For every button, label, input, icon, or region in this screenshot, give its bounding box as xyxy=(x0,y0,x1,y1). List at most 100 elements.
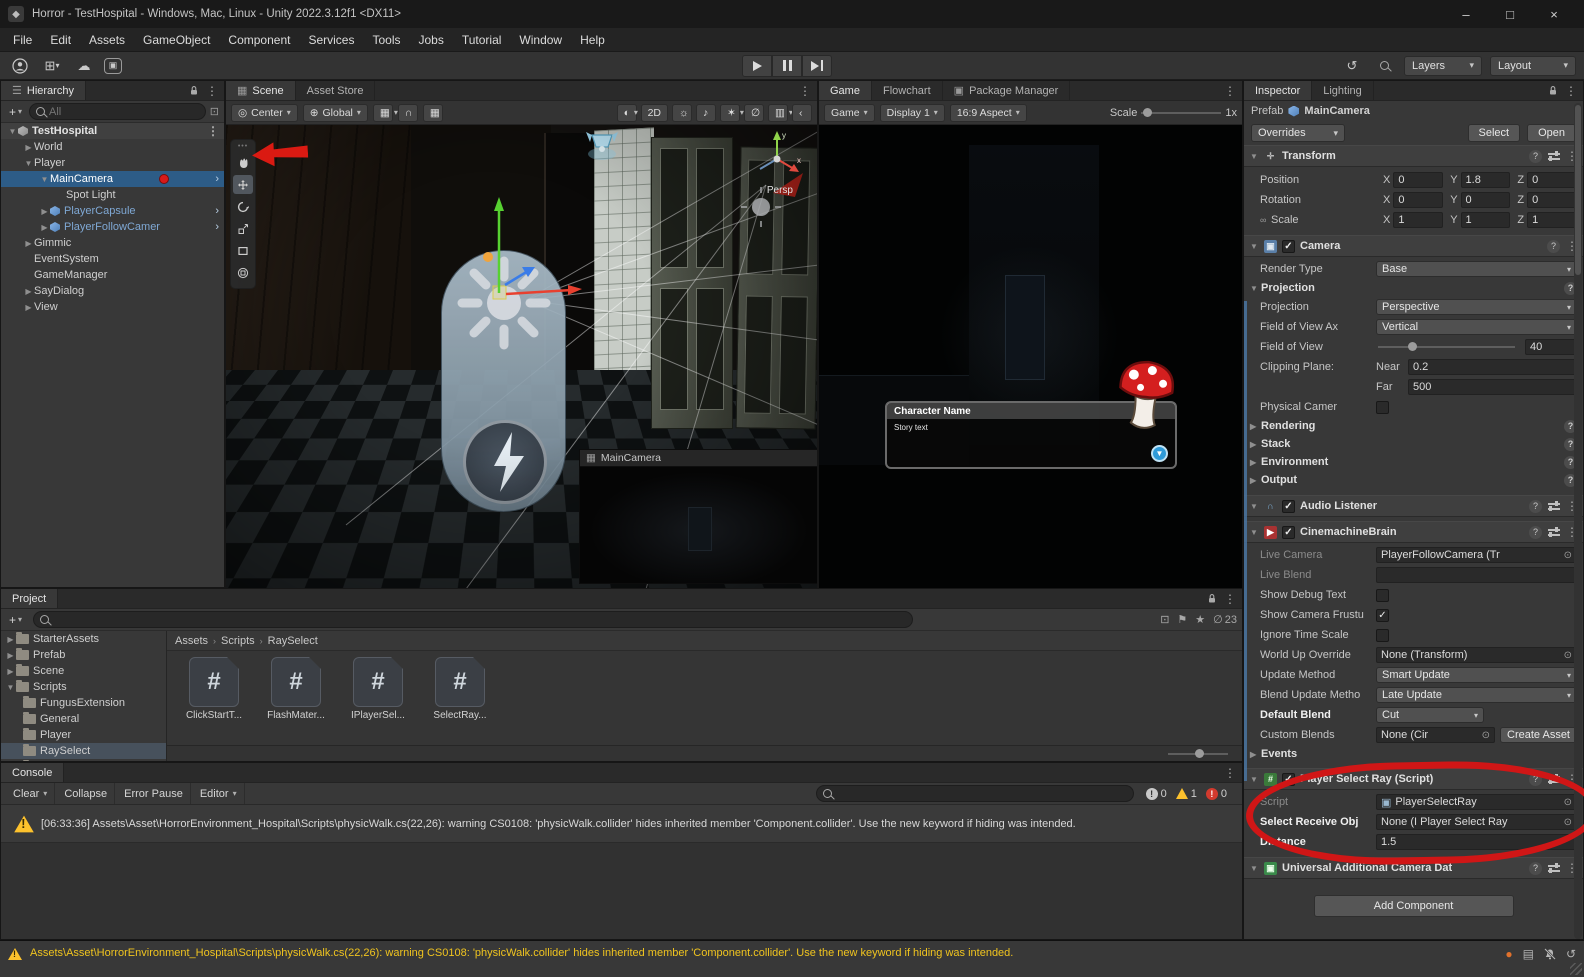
2d-toggle-button[interactable]: 2D xyxy=(640,103,668,122)
foldout-arrow-icon[interactable]: ▶ xyxy=(23,287,34,296)
tab-package-manager[interactable]: ▣ Package Manager xyxy=(943,81,1071,100)
scene-orientation-gizmo[interactable]: y x xyxy=(747,127,807,187)
notifications-muted-icon[interactable] xyxy=(1544,948,1556,960)
cinemachine-brain-header[interactable]: ▼ ▶ ✓ CinemachineBrain ? ⋮ xyxy=(1244,521,1583,543)
create-asset-button[interactable]: Create Asset xyxy=(1500,727,1577,743)
blend-update-method-dropdown[interactable]: Late Update ▾ xyxy=(1376,687,1577,703)
rendering-foldout[interactable]: ▶ Rendering? xyxy=(1244,417,1583,435)
foldout-arrow-icon[interactable]: ▶ xyxy=(23,303,34,312)
object-picker-icon[interactable]: ⊙ xyxy=(1564,817,1572,828)
transform-tool-button[interactable] xyxy=(233,263,253,282)
file-item[interactable]: # IPlayerSel... xyxy=(341,657,415,721)
snap-magnet-icon[interactable]: ∩ xyxy=(397,103,418,122)
foldout-arrow-icon[interactable]: ▼ xyxy=(1249,242,1259,251)
tab-lighting[interactable]: Lighting xyxy=(1312,81,1374,100)
layers-icon[interactable]: ▤ xyxy=(1523,947,1534,961)
foldout-arrow-icon[interactable]: ▼ xyxy=(7,127,18,136)
project-search[interactable] xyxy=(33,611,914,628)
tab-asset-store[interactable]: Asset Store xyxy=(296,81,376,100)
prefab-open-arrow-icon[interactable]: › xyxy=(215,205,219,217)
foldout-arrow-icon[interactable]: ▶ xyxy=(5,651,16,660)
panel-menu-icon[interactable]: ⋮ xyxy=(799,84,811,98)
scale-z-field[interactable]: 1 xyxy=(1527,212,1577,228)
breadcrumb-item[interactable]: Scripts xyxy=(221,635,255,647)
position-z-field[interactable]: 0 xyxy=(1527,172,1577,188)
foldout-arrow-icon[interactable]: ▼ xyxy=(5,683,16,692)
tool-handle-pivot-dropdown[interactable]: ◎ Center ▾ xyxy=(231,103,298,122)
show-camera-frustum-checkbox[interactable]: ✓ xyxy=(1376,608,1389,622)
project-folder[interactable]: ▶ StarterAssets xyxy=(1,631,166,647)
scene-visibility-icon[interactable]: ∅ xyxy=(744,103,764,122)
console-log-entry[interactable]: [06:33:36] Assets\Asset\HorrorEnvironmen… xyxy=(1,805,1242,843)
foldout-arrow-icon[interactable]: ▶ xyxy=(39,207,50,216)
hierarchy-item[interactable]: ▶ World xyxy=(1,139,224,155)
minimize-button[interactable]: – xyxy=(1444,0,1488,28)
panel-menu-icon[interactable]: ⋮ xyxy=(1224,766,1236,780)
object-picker-icon[interactable]: ⊙ xyxy=(1564,650,1572,661)
menu-file[interactable]: File xyxy=(4,28,41,51)
scene-options-icon[interactable]: ⋮ xyxy=(207,124,219,138)
preset-icon[interactable] xyxy=(1548,527,1560,537)
menu-gameobject[interactable]: GameObject xyxy=(134,28,219,51)
near-field[interactable]: 0.2 xyxy=(1408,359,1577,375)
audio-listener-header[interactable]: ▼ ∩ ✓ Audio Listener ? ⋮ xyxy=(1244,495,1583,517)
status-message[interactable]: Assets\Asset\HorrorEnvironment_Hospital\… xyxy=(30,945,1013,959)
hierarchy-item-scene[interactable]: ▼ TestHospital ⋮ xyxy=(1,123,224,139)
help-icon[interactable]: ? xyxy=(1529,499,1542,513)
account-icon[interactable] xyxy=(8,56,32,76)
display-dropdown[interactable]: Display 1 ▾ xyxy=(879,103,945,122)
project-folder[interactable]: Player xyxy=(1,727,166,743)
hierarchy-item[interactable]: ▶ View xyxy=(1,299,224,315)
projection-dropdown[interactable]: Perspective ▾ xyxy=(1376,299,1577,315)
create-asset-plus-button[interactable]: + ▾ xyxy=(6,613,25,627)
layers-dropdown[interactable]: Layers ▾ xyxy=(1404,55,1482,76)
breadcrumb-item[interactable]: RaySelect xyxy=(268,635,318,647)
collapse-button[interactable]: Collapse xyxy=(57,783,116,804)
position-x-field[interactable]: 0 xyxy=(1393,172,1444,188)
inspector-left-scrollbar[interactable] xyxy=(1244,301,1247,781)
menu-services[interactable]: Services xyxy=(299,28,363,51)
burst-icon[interactable]: ● xyxy=(1505,947,1512,961)
gizmos-collapse-icon[interactable]: ‹ xyxy=(792,103,812,122)
foldout-arrow-icon[interactable]: ▼ xyxy=(39,175,50,184)
layout-dropdown[interactable]: Layout ▾ xyxy=(1490,55,1576,76)
component-enabled-checkbox[interactable]: ✓ xyxy=(1282,239,1295,253)
tab-project[interactable]: Project xyxy=(1,589,59,608)
lock-icon[interactable] xyxy=(1207,593,1217,604)
services-icon[interactable]: ▣ xyxy=(104,57,122,74)
foldout-arrow-icon[interactable]: ▶ xyxy=(5,667,16,676)
preset-icon[interactable] xyxy=(1548,151,1560,161)
menu-tutorial[interactable]: Tutorial xyxy=(453,28,511,51)
distance-field[interactable]: 1.5 xyxy=(1376,834,1577,850)
aspect-ratio-dropdown[interactable]: 16:9 Aspect ▾ xyxy=(949,103,1027,122)
display-target-dropdown[interactable]: Game ▾ xyxy=(824,103,875,122)
project-folder[interactable]: FungusExtension xyxy=(1,695,166,711)
select-button[interactable]: Select xyxy=(1467,124,1521,142)
console-search-input[interactable] xyxy=(835,787,1127,800)
hierarchy-item[interactable]: ▶ SayDialog xyxy=(1,283,224,299)
hierarchy-item[interactable]: Spot Light xyxy=(1,187,224,203)
info-filter-badge[interactable]: ! 0 xyxy=(1145,787,1167,800)
search-icon[interactable] xyxy=(1372,56,1396,76)
error-filter-badge[interactable]: ! 0 xyxy=(1205,787,1227,800)
camera-settings-dropdown[interactable]: ▥ ▾ xyxy=(768,103,793,122)
inspector-scrollbar[interactable] xyxy=(1574,103,1582,939)
help-icon[interactable]: ? xyxy=(1547,239,1560,253)
projection-mode-label[interactable]: Persp xyxy=(767,185,793,196)
prefab-open-arrow-icon[interactable]: › xyxy=(215,173,219,185)
object-picker-icon[interactable]: ⊙ xyxy=(1564,550,1572,561)
menu-assets[interactable]: Assets xyxy=(80,28,134,51)
fov-slider[interactable] xyxy=(1378,342,1515,351)
transform-gizmo[interactable] xyxy=(424,165,624,315)
scene-lighting-icon[interactable]: ☼ xyxy=(672,103,692,122)
preset-icon[interactable] xyxy=(1548,774,1560,784)
hierarchy-item-maincamera[interactable]: ▼ MainCamera › xyxy=(1,171,224,187)
menu-help[interactable]: Help xyxy=(571,28,614,51)
file-item[interactable]: # FlashMater... xyxy=(259,657,333,721)
add-component-button[interactable]: Add Component xyxy=(1313,895,1514,917)
prefab-open-arrow-icon[interactable]: › xyxy=(215,221,219,233)
console-search[interactable] xyxy=(815,785,1134,802)
hierarchy-item[interactable]: EventSystem xyxy=(1,251,224,267)
search-filter-icon[interactable]: ⊡ xyxy=(210,105,219,118)
far-field[interactable]: 500 xyxy=(1408,379,1577,395)
